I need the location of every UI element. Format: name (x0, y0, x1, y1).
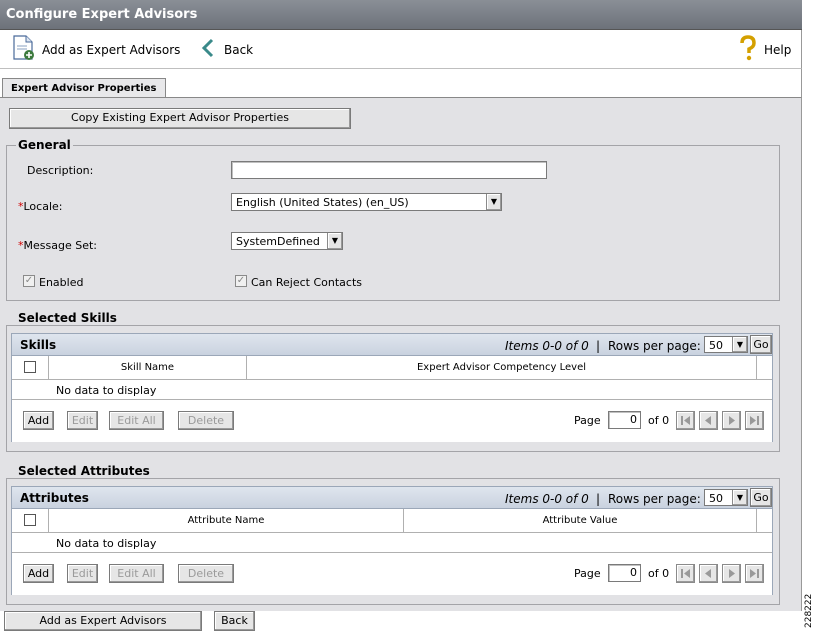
skills-column-header-cell[interactable]: Expert Advisor Competency Level (247, 356, 757, 380)
skills-items-count: Items 0-0 of 0 (505, 339, 589, 353)
skills-edit-button[interactable]: Edit (67, 411, 98, 430)
skills-edit-all-button[interactable]: Edit All (109, 411, 164, 430)
locale-label-row: *Locale: (18, 200, 62, 213)
attributes-edit-button[interactable]: Edit (67, 564, 98, 583)
next-page-icon[interactable] (722, 564, 741, 583)
skills-column-header-cell[interactable]: Skill Name (49, 356, 247, 380)
attributes-items-count: Items 0-0 of 0 (505, 492, 589, 506)
skills-add-button[interactable]: Add (23, 411, 54, 430)
help-button[interactable]: Help (738, 30, 791, 69)
select-all-checkbox[interactable] (24, 514, 36, 526)
add-as-expert-advisors-label: Add as Expert Advisors (42, 42, 181, 57)
skills-empty-message: No data to display (56, 384, 157, 397)
copy-existing-properties-button[interactable]: Copy Existing Expert Advisor Properties (9, 108, 351, 129)
attributes-rows-per-page-select[interactable]: 50 ▼ (704, 489, 748, 506)
footer-back-button[interactable]: Back (214, 611, 255, 631)
selected-attributes-legend: Selected Attributes (16, 464, 152, 478)
skills-delete-button[interactable]: Delete (178, 411, 234, 430)
back-label: Back (224, 42, 254, 57)
general-legend: General (16, 138, 73, 152)
attributes-column-header-cell[interactable]: Attribute Value (404, 509, 757, 533)
help-icon (738, 35, 758, 64)
skills-grid-title: Skills (20, 338, 57, 352)
message-set-value: SystemDefined (236, 235, 320, 248)
skills-go-button[interactable]: Go (750, 335, 772, 354)
skills-page-total: of 0 (648, 414, 670, 427)
back-chevron-icon (200, 38, 218, 61)
skills-grid: Skills Items 0-0 of 0 | Rows per page: 5… (11, 333, 773, 442)
content-panel: Copy Existing Expert Advisor Properties … (0, 97, 802, 611)
add-as-expert-advisors-button[interactable]: Add as Expert Advisors (12, 30, 180, 69)
skills-rows-per-page-select[interactable]: 50 ▼ (704, 336, 748, 353)
attributes-rows-per-page-value: 50 (709, 492, 723, 505)
selected-skills-legend: Selected Skills (16, 311, 119, 325)
attributes-column-header: Attribute Name Attribute Value (12, 509, 772, 533)
skills-page-label: Page (574, 414, 601, 427)
skills-grid-footer: Add Edit Edit All Delete Page 0 of 0 (12, 399, 772, 442)
select-all-cell (12, 509, 49, 533)
attributes-go-button[interactable]: Go (750, 488, 772, 507)
first-page-icon[interactable] (676, 564, 695, 583)
skills-rows-per-page-value: 50 (709, 339, 723, 352)
attributes-rows-per-page-label: Rows per page: (608, 492, 701, 506)
attributes-page-label: Page (574, 567, 601, 580)
description-label: Description: (27, 164, 94, 177)
footer-add-as-expert-advisors-button[interactable]: Add as Expert Advisors (4, 611, 202, 631)
enabled-checkbox[interactable]: ✓ (23, 275, 35, 287)
select-all-cell (12, 356, 49, 380)
figure-id-text: 228222 (804, 593, 814, 628)
chevron-down-icon[interactable]: ▼ (327, 233, 342, 249)
attributes-delete-button[interactable]: Delete (178, 564, 234, 583)
skills-grid-header: Skills Items 0-0 of 0 | Rows per page: 5… (12, 334, 772, 356)
description-input[interactable] (231, 161, 547, 179)
skills-column-header: Skill Name Expert Advisor Competency Lev… (12, 356, 772, 380)
previous-page-icon[interactable] (699, 411, 718, 430)
help-label: Help (764, 42, 792, 57)
select-all-checkbox[interactable] (24, 361, 36, 373)
tab-strip: Expert Advisor Properties (0, 69, 802, 98)
locale-label: Locale: (23, 200, 63, 213)
next-page-icon[interactable] (722, 411, 741, 430)
window-title: Configure Expert Advisors (0, 0, 802, 30)
attributes-page-input[interactable]: 0 (608, 564, 641, 582)
separator: | (596, 339, 601, 353)
first-page-icon[interactable] (676, 411, 695, 430)
attributes-grid-header: Attributes Items 0-0 of 0 | Rows per pag… (12, 487, 772, 509)
last-page-icon[interactable] (745, 411, 764, 430)
skills-rows-per-page-label: Rows per page: (608, 339, 701, 353)
attributes-column-header-cell[interactable]: Attribute Name (49, 509, 404, 533)
chevron-down-icon[interactable]: ▼ (486, 194, 501, 210)
can-reject-contacts-checkbox[interactable]: ✓ (235, 275, 247, 287)
attributes-grid: Attributes Items 0-0 of 0 | Rows per pag… (11, 486, 773, 595)
tab-expert-advisor-properties[interactable]: Expert Advisor Properties (2, 78, 166, 98)
toolbar: Add as Expert Advisors Back Help (0, 30, 802, 69)
attributes-grid-title: Attributes (20, 491, 89, 505)
skills-page-input[interactable]: 0 (608, 411, 641, 429)
can-reject-contacts-label: Can Reject Contacts (251, 276, 363, 289)
attributes-empty-message: No data to display (56, 537, 157, 550)
back-button[interactable]: Back (200, 30, 253, 69)
figure-id: 228222 (802, 580, 816, 632)
add-document-icon (12, 35, 36, 64)
message-set-label-row: *Message Set: (18, 239, 97, 252)
attributes-page-total: of 0 (648, 567, 670, 580)
previous-page-icon[interactable] (699, 564, 718, 583)
message-set-label: Message Set: (23, 239, 97, 252)
locale-value: English (United States) (en_US) (236, 196, 409, 209)
chevron-down-icon[interactable]: ▼ (732, 490, 747, 505)
locale-select[interactable]: English (United States) (en_US) ▼ (231, 193, 502, 211)
enabled-label: Enabled (39, 276, 84, 289)
attributes-add-button[interactable]: Add (23, 564, 54, 583)
attributes-grid-footer: Add Edit Edit All Delete Page 0 of 0 (12, 552, 772, 595)
message-set-select[interactable]: SystemDefined ▼ (231, 232, 343, 250)
bottom-button-bar: Add as Expert Advisors Back (0, 611, 802, 632)
attributes-edit-all-button[interactable]: Edit All (109, 564, 164, 583)
separator: | (596, 492, 601, 506)
chevron-down-icon[interactable]: ▼ (732, 337, 747, 352)
last-page-icon[interactable] (745, 564, 764, 583)
